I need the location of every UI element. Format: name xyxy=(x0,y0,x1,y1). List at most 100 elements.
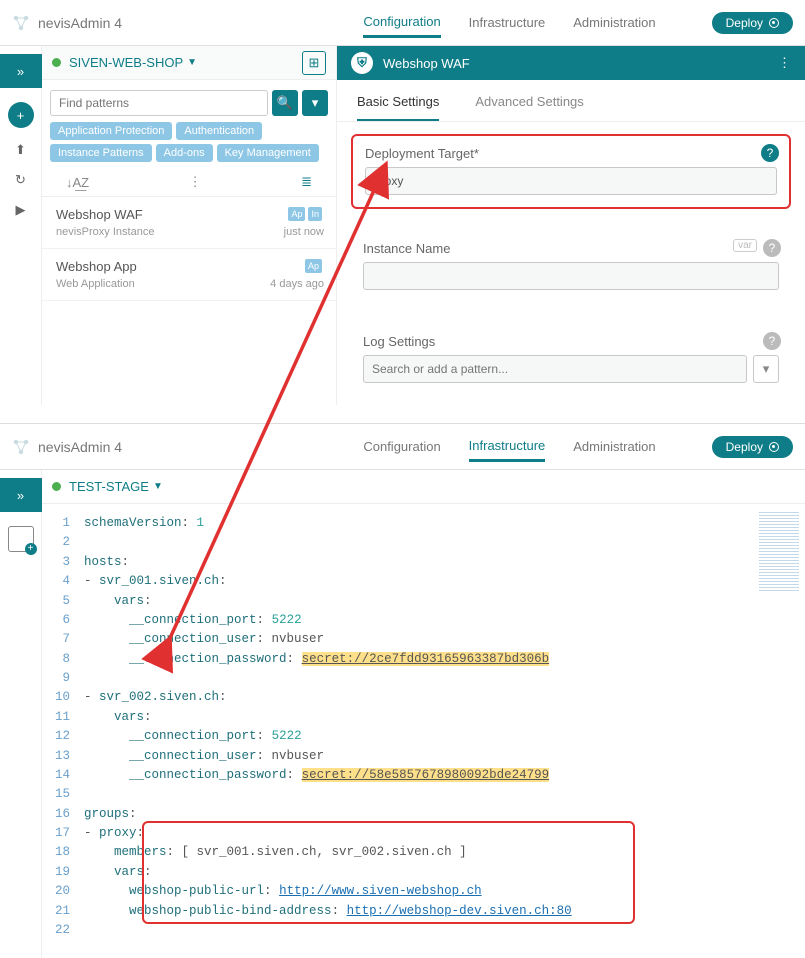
chevron-down-icon[interactable]: ▾ xyxy=(753,355,779,383)
brand-name-2: nevisAdmin 4 xyxy=(38,439,122,455)
patterns-panel: SIVEN-WEB-SHOP ▼ ⊞ 🔍 ▾ Application Prote… xyxy=(42,46,337,405)
search-button[interactable]: 🔍 xyxy=(272,90,298,116)
code-line: 8 __connection_password: secret://2ce7fd… xyxy=(42,650,787,669)
tab-advanced-settings[interactable]: Advanced Settings xyxy=(475,94,583,121)
help-icon[interactable]: ? xyxy=(761,144,779,162)
detail-menu-button[interactable]: ⋮ xyxy=(778,55,791,71)
code-line: 2 xyxy=(42,533,787,552)
project-caret-icon: ▼ xyxy=(187,57,197,68)
play-icon[interactable]: ▶ xyxy=(16,202,26,218)
instance-name-label: Instance Name xyxy=(363,241,779,256)
help-icon[interactable]: ? xyxy=(763,332,781,350)
log-settings-input[interactable] xyxy=(363,355,747,383)
filter-tag[interactable]: Add-ons xyxy=(156,144,213,162)
code-line: 5 vars: xyxy=(42,592,787,611)
deploy-target-icon xyxy=(769,442,779,452)
deploy-label-2: Deploy xyxy=(726,440,763,454)
detail-panel: ⛨ Webshop WAF ⋮ Basic Settings Advanced … xyxy=(337,46,805,405)
left-rail: » + ⬆ ↻ ▶ xyxy=(0,46,42,405)
pattern-when: just now xyxy=(284,226,324,238)
nav-infrastructure[interactable]: Infrastructure xyxy=(469,9,546,36)
pattern-item[interactable]: Webshop AppWeb Application4 days agoAp xyxy=(42,249,336,301)
status-dot-icon xyxy=(52,482,61,491)
pattern-toolbar: ↓A͟Z ⋮ ≣ xyxy=(42,170,336,197)
rail-toggle-button-2[interactable]: » xyxy=(0,478,42,512)
brand-logo-icon xyxy=(12,14,30,32)
code-line: 9 xyxy=(42,669,787,688)
filter-tag[interactable]: Instance Patterns xyxy=(50,144,152,162)
log-settings-field: Log Settings ? ▾ xyxy=(351,324,791,395)
code-line: 13 __connection_user: nvbuser xyxy=(42,747,787,766)
nav-administration[interactable]: Administration xyxy=(573,9,655,36)
shield-icon: ⛨ xyxy=(351,52,373,74)
highlight-box xyxy=(142,821,635,924)
topbar: nevisAdmin 4 Configuration Infrastructur… xyxy=(0,0,805,46)
brand-2: nevisAdmin 4 xyxy=(12,438,122,456)
topbar-2: nevisAdmin 4 Configuration Infrastructur… xyxy=(0,424,805,470)
nav-configuration[interactable]: Configuration xyxy=(363,8,440,38)
pattern-list: Webshop WAF nevisProxy Instancejust now Ap… xyxy=(42,197,336,301)
search-input[interactable] xyxy=(50,90,268,116)
code-editor[interactable]: 1schemaVersion: 123hosts:4- svr_001.sive… xyxy=(42,504,805,958)
history-icon[interactable]: ↻ xyxy=(15,172,26,188)
pattern-name: Webshop App xyxy=(56,259,322,274)
brand-name: nevisAdmin 4 xyxy=(38,15,122,31)
pattern-sub: nevisProxy Instance xyxy=(56,226,322,238)
minimap[interactable] xyxy=(759,512,799,592)
project-header[interactable]: SIVEN-WEB-SHOP ▼ ⊞ xyxy=(42,46,336,80)
var-badge: var xyxy=(733,239,757,252)
help-icon[interactable]: ? xyxy=(763,239,781,257)
deploy-button-2[interactable]: Deploy xyxy=(712,436,793,458)
pattern-badges: ApIn xyxy=(288,207,322,221)
code-line: 10- svr_002.siven.ch: xyxy=(42,688,787,707)
code-line: 12 __connection_port: 5222 xyxy=(42,727,787,746)
grid-view-button[interactable]: ⊞ xyxy=(302,51,326,75)
add-button[interactable]: + xyxy=(8,102,34,128)
instance-name-field: Instance Name var ? xyxy=(351,231,791,302)
more-button[interactable]: ⋮ xyxy=(189,174,202,190)
filter-tag[interactable]: Application Protection xyxy=(50,122,172,140)
filter-button[interactable]: ▾ xyxy=(302,90,328,116)
nav-configuration-2[interactable]: Configuration xyxy=(363,433,440,460)
inventory-header[interactable]: TEST-STAGE ▼ xyxy=(42,470,805,504)
list-view-button[interactable]: ≣ xyxy=(301,174,312,190)
rail-toggle-button[interactable]: » xyxy=(0,54,42,88)
deployment-target-input[interactable] xyxy=(365,167,777,195)
detail-header: ⛨ Webshop WAF ⋮ xyxy=(337,46,805,80)
tag-list: Application ProtectionAuthentication Inst… xyxy=(42,122,336,170)
status-dot-icon xyxy=(52,58,61,67)
sort-button[interactable]: ↓A͟Z xyxy=(66,175,89,190)
filter-tag[interactable]: Key Management xyxy=(217,144,319,162)
code-line: 1schemaVersion: 1 xyxy=(42,514,787,533)
brand-logo-icon xyxy=(12,438,30,456)
deployment-target-label: Deployment Target* xyxy=(365,146,777,161)
filter-tag[interactable]: Authentication xyxy=(176,122,262,140)
nav-infrastructure-2[interactable]: Infrastructure xyxy=(469,432,546,462)
new-file-button[interactable] xyxy=(8,526,34,552)
pattern-badges: Ap xyxy=(305,259,322,273)
deploy-label: Deploy xyxy=(726,16,763,30)
detail-tabs: Basic Settings Advanced Settings xyxy=(337,80,805,122)
left-rail-2: » xyxy=(0,470,42,958)
deploy-button[interactable]: Deploy xyxy=(712,12,793,34)
code-line: 7 __connection_user: nvbuser xyxy=(42,630,787,649)
instance-name-input[interactable] xyxy=(363,262,779,290)
project-name: SIVEN-WEB-SHOP xyxy=(69,55,183,70)
inventory-name: TEST-STAGE xyxy=(69,479,149,494)
code-line: 15 xyxy=(42,785,787,804)
code-line: 14 __connection_password: secret://58e58… xyxy=(42,766,787,785)
pattern-name: Webshop WAF xyxy=(56,207,322,222)
nav-administration-2[interactable]: Administration xyxy=(573,433,655,460)
upload-icon[interactable]: ⬆ xyxy=(15,142,26,158)
pattern-when: 4 days ago xyxy=(270,278,324,290)
code-line: 4- svr_001.siven.ch: xyxy=(42,572,787,591)
detail-title: Webshop WAF xyxy=(383,56,470,71)
log-settings-label: Log Settings xyxy=(363,334,779,349)
pattern-item[interactable]: Webshop WAF nevisProxy Instancejust now Ap… xyxy=(42,197,336,249)
inventory-caret-icon: ▼ xyxy=(153,481,163,492)
code-line: 6 __connection_port: 5222 xyxy=(42,611,787,630)
code-line: 3hosts: xyxy=(42,553,787,572)
brand: nevisAdmin 4 xyxy=(12,14,122,32)
code-line: 11 vars: xyxy=(42,708,787,727)
tab-basic-settings[interactable]: Basic Settings xyxy=(357,94,439,121)
